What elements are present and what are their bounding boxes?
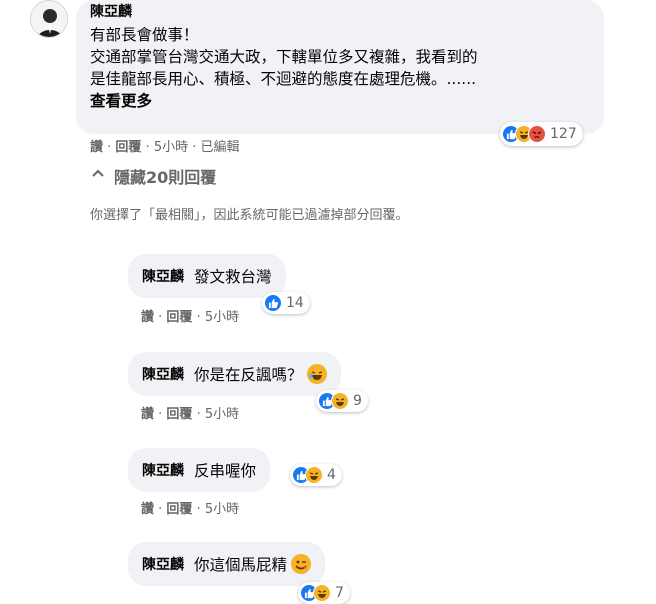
reaction-count: 127 <box>550 126 577 142</box>
reply-author[interactable]: 陳亞麟 <box>142 364 184 384</box>
reply-author[interactable]: 陳亞麟 <box>142 460 184 480</box>
hide-replies-label: 隱藏20則回覆 <box>114 168 217 187</box>
reply-button[interactable]: 回覆 <box>115 140 141 155</box>
reply-bubble: 陳亞麟 你這個馬屁精 <box>128 542 326 586</box>
reply-bubble: 陳亞麟 發文救台灣 <box>128 254 286 298</box>
haha-icon <box>313 584 331 602</box>
avatar[interactable] <box>30 0 68 38</box>
reaction-summary[interactable]: 7 <box>298 582 350 604</box>
like-button[interactable]: 讚 <box>141 407 154 422</box>
comment-actions: 讚 · 回覆 · 5小時 · 已編輯 <box>90 140 240 155</box>
reply-text: 你這個馬屁精 <box>194 556 288 574</box>
reaction-count: 14 <box>286 295 304 311</box>
reply-bubble: 陳亞麟 反串喔你 <box>128 448 271 492</box>
reply-author[interactable]: 陳亞麟 <box>142 554 184 574</box>
reply-button[interactable]: 回覆 <box>166 502 192 517</box>
timestamp[interactable]: 5小時 <box>154 140 188 155</box>
like-button[interactable]: 讚 <box>141 502 154 517</box>
comment-body: 有部長會做事！ 交通部掌管台灣交通大政，下轄單位多又複雜，我看到的 是佳龍部長用… <box>90 24 590 90</box>
reply-text: 發文救台灣 <box>194 268 272 286</box>
reply-actions: 讚 · 回覆 · 5小時 <box>141 407 240 422</box>
reply-actions: 讚 · 回覆 · 5小時 <box>141 310 240 325</box>
comment-line: 有部長會做事！ <box>90 26 199 44</box>
main-comment-bubble: 陳亞麟 有部長會做事！ 交通部掌管台灣交通大政，下轄單位多又複雜，我看到的 是佳… <box>76 0 604 134</box>
timestamp[interactable]: 5小時 <box>205 407 239 422</box>
like-button[interactable]: 讚 <box>90 140 103 155</box>
edited-label[interactable]: 已編輯 <box>201 140 240 155</box>
comment-author[interactable]: 陳亞麟 <box>90 2 590 22</box>
reaction-count: 4 <box>327 467 336 483</box>
reply-button[interactable]: 回覆 <box>166 407 192 422</box>
reaction-summary[interactable]: 127 <box>500 122 583 146</box>
hide-replies-button[interactable]: 隱藏20則回覆 <box>90 164 216 188</box>
like-icon <box>264 294 282 312</box>
reply-text: 反串喔你 <box>194 462 257 480</box>
reply-author[interactable]: 陳亞麟 <box>142 266 184 286</box>
reaction-count: 7 <box>335 585 344 601</box>
reply-actions: 讚 · 回覆 · 5小時 <box>141 502 240 517</box>
comment-line: 交通部掌管台灣交通大政，下轄單位多又複雜，我看到的 <box>90 48 478 66</box>
filter-notice: 你選擇了「最相關」，因此系統可能已過濾掉部分回覆。 <box>90 208 409 223</box>
haha-icon <box>331 392 349 410</box>
reaction-summary[interactable]: 9 <box>316 390 368 412</box>
angry-icon <box>528 125 546 143</box>
reply-bubble: 陳亞麟 你是在反諷嗎？ <box>128 352 341 396</box>
haha-icon <box>305 466 323 484</box>
reply-text: 你是在反諷嗎？ <box>194 366 303 384</box>
laughing-emoji-icon <box>306 364 327 384</box>
reaction-count: 9 <box>353 393 362 409</box>
winking-emoji-icon <box>291 554 312 574</box>
chevron-up-icon <box>90 166 106 186</box>
comment-line: 是佳龍部長用心、積極、不迴避的態度在處理危機。...... <box>90 70 477 88</box>
reaction-summary[interactable]: 14 <box>262 292 310 314</box>
see-more-link[interactable]: 查看更多 <box>90 90 590 112</box>
reaction-summary[interactable]: 4 <box>290 464 342 486</box>
like-button[interactable]: 讚 <box>141 310 154 325</box>
timestamp[interactable]: 5小時 <box>205 310 239 325</box>
reply-button[interactable]: 回覆 <box>166 310 192 325</box>
timestamp[interactable]: 5小時 <box>205 502 239 517</box>
